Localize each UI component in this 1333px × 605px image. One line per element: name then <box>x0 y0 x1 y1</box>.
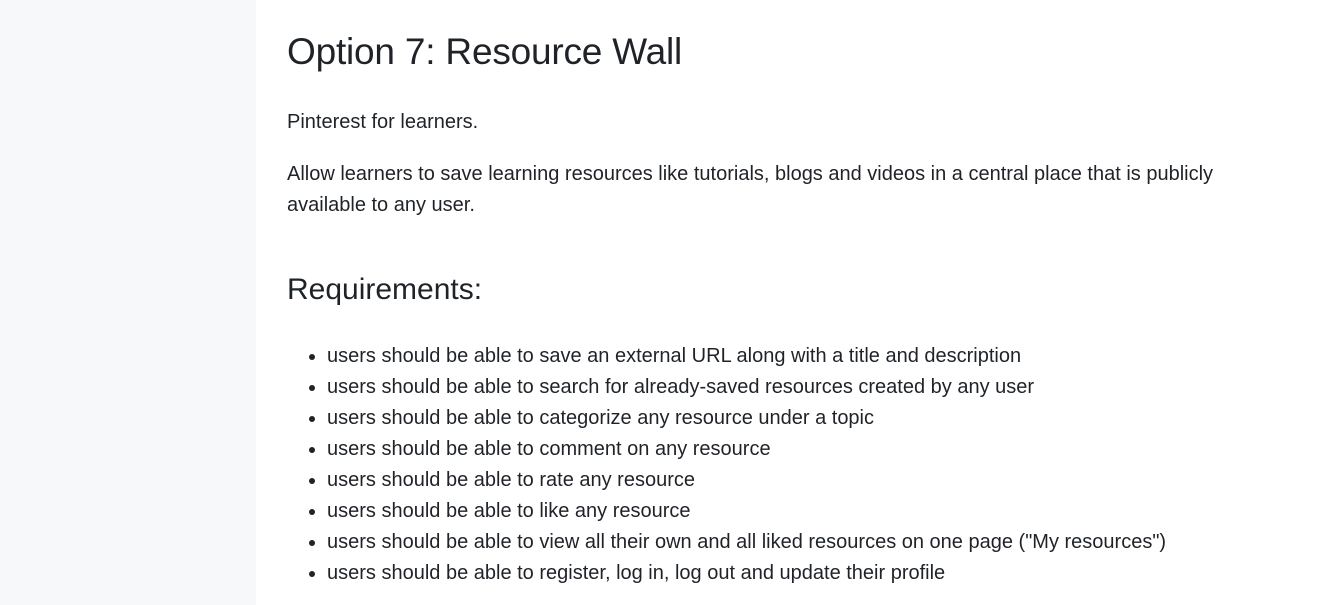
tagline: Pinterest for learners. <box>287 111 479 133</box>
page-title: Option 7: Resource Wall <box>287 31 683 72</box>
list-item: users should be able to categorize any r… <box>327 403 1273 434</box>
list-item: users should be able to save an external… <box>327 341 1273 372</box>
main-content: Option 7: Resource Wall Pinterest for le… <box>256 0 1333 605</box>
list-item: users should be able to register, log in… <box>327 558 1273 589</box>
list-item: users should be able to search for alrea… <box>327 372 1273 403</box>
list-item: users should be able to comment on any r… <box>327 434 1273 465</box>
list-item: users should be able to view all their o… <box>327 527 1273 558</box>
page-layout: Option 7: Resource Wall Pinterest for le… <box>0 0 1333 605</box>
sidebar <box>0 0 256 605</box>
description: Allow learners to save learning resource… <box>287 163 1214 216</box>
list-item: users should be able to rate any resourc… <box>327 465 1273 496</box>
requirements-heading: Requirements: <box>287 273 483 306</box>
list-item: users should be able to like any resourc… <box>327 496 1273 527</box>
requirements-list: users should be able to save an external… <box>287 341 1273 589</box>
